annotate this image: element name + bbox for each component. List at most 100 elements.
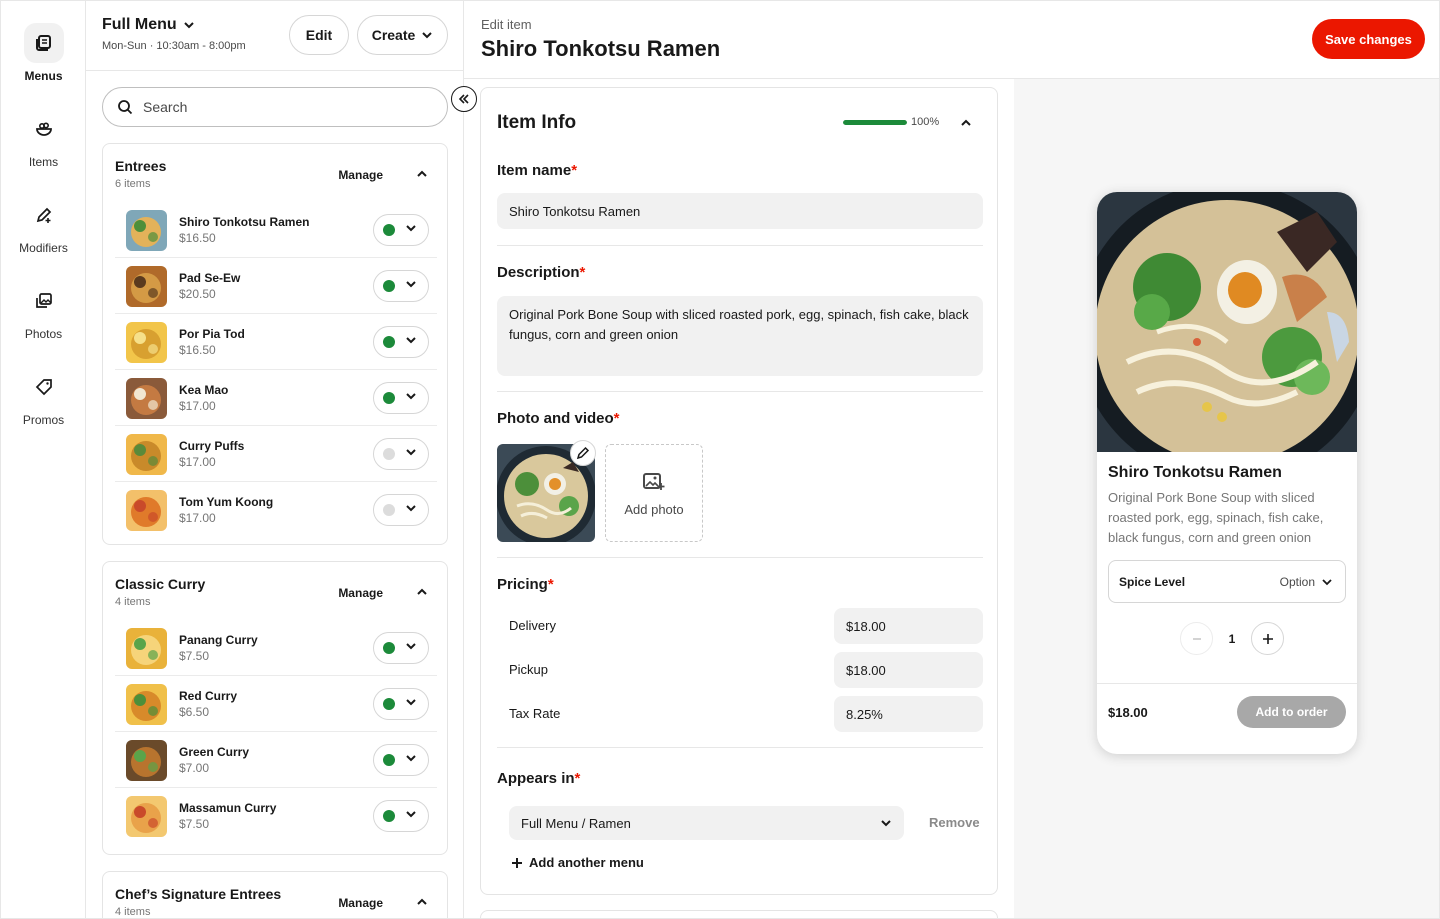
menu-panel: Full Menu Mon-Sun · 10:30am - 8:00pm Edi… bbox=[86, 1, 464, 918]
item-price: $17.00 bbox=[179, 455, 216, 469]
item-name: Curry Puffs bbox=[179, 439, 245, 453]
tax-rate-field[interactable]: 8.25% bbox=[834, 696, 983, 732]
availability-select[interactable] bbox=[373, 494, 429, 526]
item-thumbnail bbox=[126, 266, 167, 307]
availability-select[interactable] bbox=[373, 270, 429, 302]
availability-select[interactable] bbox=[373, 382, 429, 414]
edit-menu-button[interactable]: Edit bbox=[289, 15, 349, 55]
save-changes-button[interactable]: Save changes bbox=[1312, 19, 1425, 59]
nav-item-menus[interactable]: Menus bbox=[1, 23, 86, 83]
chevron-down-icon bbox=[405, 333, 417, 351]
chevron-down-icon bbox=[405, 445, 417, 463]
item-thumbnail bbox=[126, 740, 167, 781]
menu-item-row[interactable]: Tom Yum Koong $17.00 bbox=[115, 482, 437, 538]
nav-item-modifiers[interactable]: Modifiers bbox=[1, 195, 86, 255]
item-name: Pad Se-Ew bbox=[179, 271, 241, 285]
available-dot bbox=[383, 698, 395, 710]
remove-menu-link[interactable]: Remove bbox=[929, 815, 980, 830]
menu-item-row[interactable]: Kea Mao $17.00 bbox=[115, 370, 437, 426]
menu-item-row[interactable]: Green Curry $7.00 bbox=[115, 732, 437, 788]
available-dot bbox=[383, 810, 395, 822]
unavailable-dot bbox=[383, 448, 395, 460]
add-to-order-button[interactable]: Add to order bbox=[1237, 696, 1346, 728]
nav-label: Photos bbox=[24, 327, 63, 341]
item-thumbnail bbox=[126, 684, 167, 725]
collapse-category-button[interactable] bbox=[415, 895, 429, 914]
availability-select[interactable] bbox=[373, 214, 429, 246]
chevron-down-icon bbox=[405, 751, 417, 769]
item-thumbnail bbox=[126, 490, 167, 531]
pencil-icon bbox=[576, 446, 590, 460]
delivery-price-label: Delivery bbox=[509, 618, 556, 633]
availability-select[interactable] bbox=[373, 800, 429, 832]
category-count: 4 items bbox=[115, 596, 151, 608]
item-price: $17.00 bbox=[179, 511, 216, 525]
item-price: $16.50 bbox=[179, 231, 216, 245]
decrement-button[interactable] bbox=[1180, 622, 1213, 655]
item-name-label: Item name* bbox=[497, 162, 577, 179]
menu-item-row[interactable]: Panang Curry $7.50 bbox=[115, 620, 437, 676]
collapse-panel-button[interactable] bbox=[451, 86, 477, 112]
nav-item-promos[interactable]: Promos bbox=[1, 367, 86, 427]
delivery-price-field[interactable]: $18.00 bbox=[834, 608, 983, 644]
manage-category-button[interactable]: Manage bbox=[338, 586, 383, 600]
category-count: 6 items bbox=[115, 178, 151, 190]
add-photo-button[interactable]: Add photo bbox=[605, 444, 703, 542]
menu-name: Full Menu bbox=[102, 16, 177, 33]
availability-select[interactable] bbox=[373, 744, 429, 776]
progress-fill bbox=[843, 120, 907, 125]
item-price: $7.50 bbox=[179, 817, 210, 831]
item-name-field[interactable]: Shiro Tonkotsu Ramen bbox=[497, 193, 983, 229]
add-image-icon bbox=[643, 473, 665, 490]
chevron-down-icon bbox=[405, 695, 417, 713]
availability-select[interactable] bbox=[373, 688, 429, 720]
manage-category-button[interactable]: Manage bbox=[338, 168, 383, 182]
ramen-photo bbox=[1097, 192, 1357, 452]
collapse-category-button[interactable] bbox=[415, 167, 429, 186]
edit-photo-button[interactable] bbox=[570, 440, 596, 466]
menu-item-row[interactable]: Shiro Tonkotsu Ramen $16.50 bbox=[115, 202, 437, 258]
manage-category-button[interactable]: Manage bbox=[338, 896, 383, 910]
availability-select[interactable] bbox=[373, 326, 429, 358]
chevron-down-icon bbox=[405, 807, 417, 825]
add-menu-label: Add another menu bbox=[529, 855, 644, 870]
chevron-up-icon[interactable] bbox=[959, 116, 973, 130]
item-thumbnail bbox=[126, 378, 167, 419]
preview-divider bbox=[1097, 683, 1357, 684]
nav-rail: Menus Items Modifiers Photos Promos bbox=[1, 1, 86, 918]
chevron-down-icon bbox=[405, 639, 417, 657]
description-field[interactable]: Original Pork Bone Soup with sliced roas… bbox=[497, 296, 983, 376]
menus-icon bbox=[23, 23, 64, 63]
pickup-price-field[interactable]: $18.00 bbox=[834, 652, 983, 688]
chevron-up-icon bbox=[417, 898, 427, 905]
item-thumbnail bbox=[126, 628, 167, 669]
nav-label: Promos bbox=[22, 413, 65, 427]
preview-title: Shiro Tonkotsu Ramen bbox=[1108, 464, 1282, 481]
add-another-menu-button[interactable]: Add another menu bbox=[511, 855, 644, 870]
availability-select[interactable] bbox=[373, 438, 429, 470]
required-mark: * bbox=[571, 162, 578, 179]
minus-icon bbox=[1192, 637, 1201, 640]
collapse-category-button[interactable] bbox=[415, 585, 429, 604]
menu-item-row[interactable]: Red Curry $6.50 bbox=[115, 676, 437, 732]
quantity-value: 1 bbox=[1228, 631, 1236, 646]
nav-label: Menus bbox=[24, 69, 63, 83]
item-name: Massamun Curry bbox=[179, 801, 277, 815]
appears-in-value: Full Menu / Ramen bbox=[521, 815, 631, 831]
required-mark: * bbox=[547, 576, 554, 593]
search-input[interactable]: Search bbox=[102, 87, 448, 127]
photo-label: Photo and video* bbox=[497, 410, 620, 427]
spice-level-selector[interactable]: Spice Level Option bbox=[1108, 560, 1346, 603]
menu-item-row[interactable]: Curry Puffs $17.00 bbox=[115, 426, 437, 482]
increment-button[interactable] bbox=[1251, 622, 1284, 655]
nav-item-items[interactable]: Items bbox=[1, 109, 86, 169]
availability-select[interactable] bbox=[373, 632, 429, 664]
nav-item-photos[interactable]: Photos bbox=[1, 281, 86, 341]
menu-item-row[interactable]: Por Pia Tod $16.50 bbox=[115, 314, 437, 370]
create-button[interactable]: Create bbox=[357, 15, 448, 55]
appears-in-select[interactable]: Full Menu / Ramen bbox=[509, 806, 904, 840]
menu-selector[interactable]: Full Menu bbox=[102, 16, 195, 34]
menu-item-row[interactable]: Massamun Curry $7.50 bbox=[115, 788, 437, 844]
menu-item-row[interactable]: Pad Se-Ew $20.50 bbox=[115, 258, 437, 314]
available-dot bbox=[383, 392, 395, 404]
